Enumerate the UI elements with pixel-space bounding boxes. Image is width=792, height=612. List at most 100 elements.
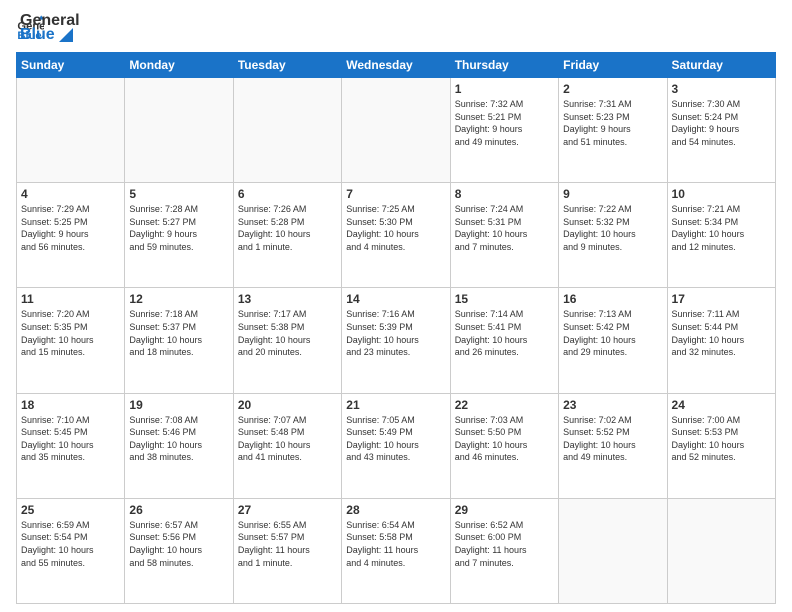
day-cell: 24 Sunrise: 7:00 AM Sunset: 5:53 PM Dayli… [667, 393, 775, 498]
day-cell: 15 Sunrise: 7:14 AM Sunset: 5:41 PM Dayli… [450, 288, 558, 393]
day-number: 10 [672, 187, 771, 201]
day-number: 20 [238, 398, 337, 412]
day-number: 11 [21, 292, 120, 306]
day-info: Sunrise: 7:24 AM Sunset: 5:31 PM Dayligh… [455, 203, 554, 253]
day-info: Sunrise: 7:28 AM Sunset: 5:27 PM Dayligh… [129, 203, 228, 253]
day-cell [667, 498, 775, 603]
day-cell: 3 Sunrise: 7:30 AM Sunset: 5:24 PM Daylig… [667, 78, 775, 183]
weekday-header-row: SundayMondayTuesdayWednesdayThursdayFrid… [17, 53, 776, 78]
day-info: Sunrise: 6:54 AM Sunset: 5:58 PM Dayligh… [346, 519, 445, 569]
day-number: 18 [21, 398, 120, 412]
day-number: 6 [238, 187, 337, 201]
weekday-tuesday: Tuesday [233, 53, 341, 78]
day-info: Sunrise: 7:10 AM Sunset: 5:45 PM Dayligh… [21, 414, 120, 464]
weekday-monday: Monday [125, 53, 233, 78]
day-info: Sunrise: 7:17 AM Sunset: 5:38 PM Dayligh… [238, 308, 337, 358]
day-info: Sunrise: 7:25 AM Sunset: 5:30 PM Dayligh… [346, 203, 445, 253]
day-cell: 28 Sunrise: 6:54 AM Sunset: 5:58 PM Dayli… [342, 498, 450, 603]
logo-blue: Blue [20, 26, 80, 44]
day-number: 8 [455, 187, 554, 201]
day-number: 17 [672, 292, 771, 306]
day-number: 21 [346, 398, 445, 412]
day-cell: 25 Sunrise: 6:59 AM Sunset: 5:54 PM Dayli… [17, 498, 125, 603]
day-info: Sunrise: 6:52 AM Sunset: 6:00 PM Dayligh… [455, 519, 554, 569]
day-info: Sunrise: 7:20 AM Sunset: 5:35 PM Dayligh… [21, 308, 120, 358]
day-cell: 7 Sunrise: 7:25 AM Sunset: 5:30 PM Daylig… [342, 183, 450, 288]
day-info: Sunrise: 7:00 AM Sunset: 5:53 PM Dayligh… [672, 414, 771, 464]
day-number: 15 [455, 292, 554, 306]
day-number: 26 [129, 503, 228, 517]
day-info: Sunrise: 6:57 AM Sunset: 5:56 PM Dayligh… [129, 519, 228, 569]
day-info: Sunrise: 7:26 AM Sunset: 5:28 PM Dayligh… [238, 203, 337, 253]
day-number: 29 [455, 503, 554, 517]
day-cell [559, 498, 667, 603]
day-number: 22 [455, 398, 554, 412]
day-cell: 21 Sunrise: 7:05 AM Sunset: 5:49 PM Dayli… [342, 393, 450, 498]
day-info: Sunrise: 6:59 AM Sunset: 5:54 PM Dayligh… [21, 519, 120, 569]
day-cell: 18 Sunrise: 7:10 AM Sunset: 5:45 PM Dayli… [17, 393, 125, 498]
day-number: 23 [563, 398, 662, 412]
day-cell: 27Sunrise: 6:55 AM Sunset: 5:57 PM Dayli… [233, 498, 341, 603]
day-cell [233, 78, 341, 183]
day-cell: 5Sunrise: 7:28 AM Sunset: 5:27 PM Daylig… [125, 183, 233, 288]
week-row-0: 1Sunrise: 7:32 AM Sunset: 5:21 PM Daylig… [17, 78, 776, 183]
day-cell: 10 Sunrise: 7:21 AM Sunset: 5:34 PM Dayli… [667, 183, 775, 288]
day-cell: 11 Sunrise: 7:20 AM Sunset: 5:35 PM Dayli… [17, 288, 125, 393]
page-header: General Blue General Blue [16, 12, 776, 44]
day-number: 16 [563, 292, 662, 306]
weekday-thursday: Thursday [450, 53, 558, 78]
day-info: Sunrise: 7:29 AM Sunset: 5:25 PM Dayligh… [21, 203, 120, 253]
day-info: Sunrise: 7:22 AM Sunset: 5:32 PM Dayligh… [563, 203, 662, 253]
day-number: 7 [346, 187, 445, 201]
day-info: Sunrise: 7:30 AM Sunset: 5:24 PM Dayligh… [672, 98, 771, 148]
day-info: Sunrise: 7:21 AM Sunset: 5:34 PM Dayligh… [672, 203, 771, 253]
day-info: Sunrise: 7:07 AM Sunset: 5:48 PM Dayligh… [238, 414, 337, 464]
day-info: Sunrise: 7:16 AM Sunset: 5:39 PM Dayligh… [346, 308, 445, 358]
weekday-saturday: Saturday [667, 53, 775, 78]
day-info: Sunrise: 7:02 AM Sunset: 5:52 PM Dayligh… [563, 414, 662, 464]
day-cell: 4 Sunrise: 7:29 AM Sunset: 5:25 PM Daylig… [17, 183, 125, 288]
logo: General Blue General Blue [16, 12, 80, 44]
day-cell: 13 Sunrise: 7:17 AM Sunset: 5:38 PM Dayli… [233, 288, 341, 393]
day-number: 2 [563, 82, 662, 96]
day-number: 14 [346, 292, 445, 306]
day-number: 24 [672, 398, 771, 412]
day-number: 19 [129, 398, 228, 412]
day-cell [125, 78, 233, 183]
week-row-1: 4 Sunrise: 7:29 AM Sunset: 5:25 PM Daylig… [17, 183, 776, 288]
day-cell: 8 Sunrise: 7:24 AM Sunset: 5:31 PM Daylig… [450, 183, 558, 288]
day-cell: 14 Sunrise: 7:16 AM Sunset: 5:39 PM Dayli… [342, 288, 450, 393]
day-cell: 6 Sunrise: 7:26 AM Sunset: 5:28 PM Daylig… [233, 183, 341, 288]
day-cell [17, 78, 125, 183]
day-info: Sunrise: 7:14 AM Sunset: 5:41 PM Dayligh… [455, 308, 554, 358]
weekday-friday: Friday [559, 53, 667, 78]
day-number: 1 [455, 82, 554, 96]
day-number: 4 [21, 187, 120, 201]
logo-triangle-icon [59, 28, 73, 42]
day-number: 25 [21, 503, 120, 517]
day-number: 3 [672, 82, 771, 96]
day-number: 9 [563, 187, 662, 201]
day-cell: 22 Sunrise: 7:03 AM Sunset: 5:50 PM Dayli… [450, 393, 558, 498]
week-row-2: 11 Sunrise: 7:20 AM Sunset: 5:35 PM Dayli… [17, 288, 776, 393]
day-info: Sunrise: 7:18 AM Sunset: 5:37 PM Dayligh… [129, 308, 228, 358]
day-cell [342, 78, 450, 183]
day-number: 13 [238, 292, 337, 306]
day-cell: 1Sunrise: 7:32 AM Sunset: 5:21 PM Daylig… [450, 78, 558, 183]
day-number: 28 [346, 503, 445, 517]
week-row-3: 18 Sunrise: 7:10 AM Sunset: 5:45 PM Dayli… [17, 393, 776, 498]
calendar-table: SundayMondayTuesdayWednesdayThursdayFrid… [16, 52, 776, 604]
day-cell: 9 Sunrise: 7:22 AM Sunset: 5:32 PM Daylig… [559, 183, 667, 288]
day-info: Sunrise: 7:11 AM Sunset: 5:44 PM Dayligh… [672, 308, 771, 358]
weekday-sunday: Sunday [17, 53, 125, 78]
day-info: Sunrise: 7:13 AM Sunset: 5:42 PM Dayligh… [563, 308, 662, 358]
day-info: Sunrise: 7:05 AM Sunset: 5:49 PM Dayligh… [346, 414, 445, 464]
day-cell: 16 Sunrise: 7:13 AM Sunset: 5:42 PM Dayli… [559, 288, 667, 393]
day-cell: 12 Sunrise: 7:18 AM Sunset: 5:37 PM Dayli… [125, 288, 233, 393]
day-info: Sunrise: 7:31 AM Sunset: 5:23 PM Dayligh… [563, 98, 662, 148]
day-info: Sunrise: 7:03 AM Sunset: 5:50 PM Dayligh… [455, 414, 554, 464]
weekday-wednesday: Wednesday [342, 53, 450, 78]
day-number: 27 [238, 503, 337, 517]
day-number: 12 [129, 292, 228, 306]
day-info: Sunrise: 7:08 AM Sunset: 5:46 PM Dayligh… [129, 414, 228, 464]
